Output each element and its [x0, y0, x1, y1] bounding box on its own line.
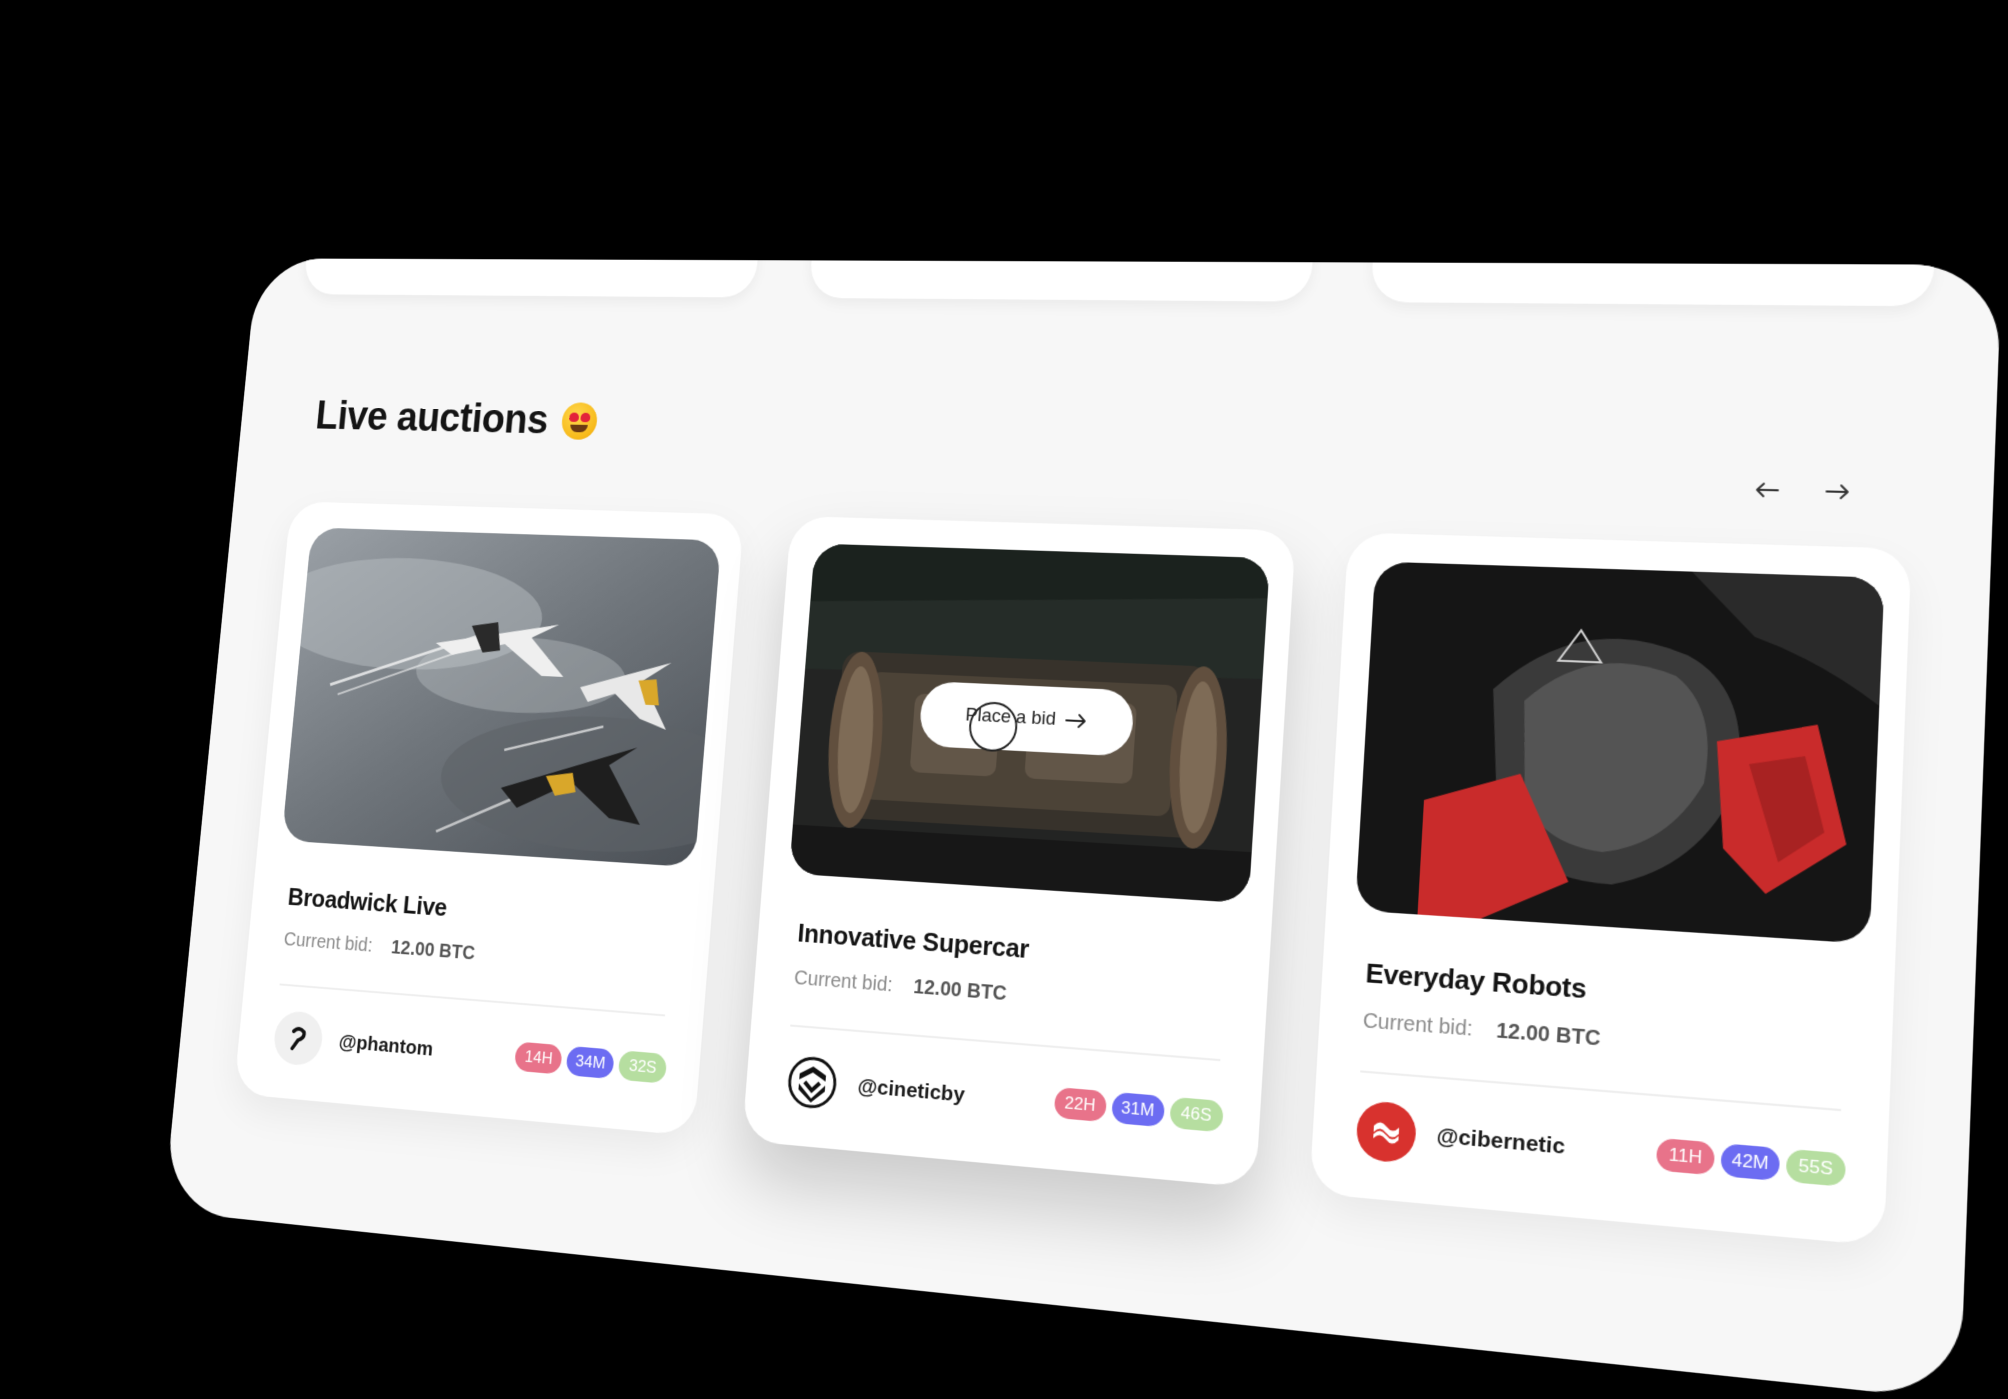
hours-badge: 14H — [514, 1041, 563, 1075]
minutes-badge: 42M — [1720, 1143, 1781, 1182]
divider — [790, 1024, 1221, 1062]
auction-card-broadwick-live[interactable]: Broadwick Live Current bid: 12.00 BTC @p… — [233, 501, 745, 1137]
countdown-timer: 22H 31M 46S — [1053, 1086, 1224, 1133]
bid-label: Current bid: — [282, 928, 374, 957]
seconds-badge: 55S — [1785, 1148, 1847, 1187]
auctions-panel: Live auctions Broadwick Live Current bid… — [163, 258, 2002, 1399]
seconds-badge: 46S — [1168, 1096, 1224, 1133]
creator-handle[interactable]: @cineticby — [857, 1074, 966, 1107]
auction-card-everyday-robots[interactable]: Everyday Robots Current bid: 12.00 BTC @… — [1308, 532, 1912, 1247]
bid-label: Current bid: — [1362, 1009, 1474, 1041]
countdown-timer: 11H 42M 55S — [1655, 1137, 1847, 1187]
countdown-timer: 14H 34M 32S — [514, 1041, 668, 1084]
place-bid-button[interactable]: Place a bid — [918, 680, 1136, 757]
minutes-badge: 34M — [565, 1045, 616, 1080]
phantom-logo-icon[interactable] — [272, 1009, 325, 1067]
arrow-right-icon — [1065, 712, 1088, 729]
previous-row-cards — [302, 258, 1936, 307]
card-title[interactable]: Innovative Supercar — [797, 918, 1030, 965]
hours-badge: 22H — [1053, 1086, 1107, 1123]
ghost-card — [302, 258, 761, 298]
heart-eyes-emoji-icon — [560, 402, 599, 441]
seconds-badge: 32S — [617, 1050, 668, 1084]
ghost-card — [1370, 258, 1936, 307]
ghost-card — [808, 258, 1316, 302]
current-bid: Current bid: 12.00 BTC — [793, 967, 1007, 1006]
minutes-badge: 31M — [1110, 1091, 1165, 1128]
carousel-nav — [1746, 471, 1858, 511]
supercar-artwork-image[interactable]: Place a bid — [789, 543, 1271, 904]
divider — [279, 983, 666, 1017]
card-title[interactable]: Broadwick Live — [287, 882, 449, 923]
bid-label: Current bid: — [793, 967, 894, 997]
bid-value: 12.00 BTC — [912, 975, 1008, 1006]
bid-value: 12.00 BTC — [390, 936, 476, 965]
creator[interactable]: @cineticby — [784, 1052, 967, 1124]
arrow-right-icon[interactable] — [1817, 472, 1859, 511]
auction-cards: Broadwick Live Current bid: 12.00 BTC @p… — [233, 501, 1912, 1247]
auction-card-innovative-supercar[interactable]: Place a bid Innovative Supercar Current … — [742, 515, 1296, 1189]
current-bid: Current bid: 12.00 BTC — [283, 929, 476, 965]
section-title: Live auctions — [313, 393, 550, 443]
card-title[interactable]: Everyday Robots — [1365, 957, 1587, 1005]
current-bid: Current bid: 12.00 BTC — [1362, 1009, 1601, 1051]
creator[interactable]: @cibernetic — [1354, 1099, 1567, 1178]
creator-handle[interactable]: @cibernetic — [1436, 1123, 1566, 1160]
scene: Live auctions Broadwick Live Current bid… — [0, 0, 2008, 1399]
cibernetic-logo-icon[interactable] — [1354, 1099, 1418, 1165]
section-header: Live auctions — [314, 393, 599, 444]
creator[interactable]: @phantom — [272, 1009, 435, 1077]
jets-artwork-image[interactable] — [281, 527, 722, 868]
arrow-left-icon[interactable] — [1746, 471, 1787, 510]
robot-artwork-image[interactable] — [1354, 561, 1885, 944]
creator-handle[interactable]: @phantom — [338, 1030, 434, 1061]
hours-badge: 11H — [1655, 1137, 1716, 1176]
bid-value: 12.00 BTC — [1495, 1019, 1602, 1051]
cineticby-logo-icon[interactable] — [784, 1052, 842, 1113]
